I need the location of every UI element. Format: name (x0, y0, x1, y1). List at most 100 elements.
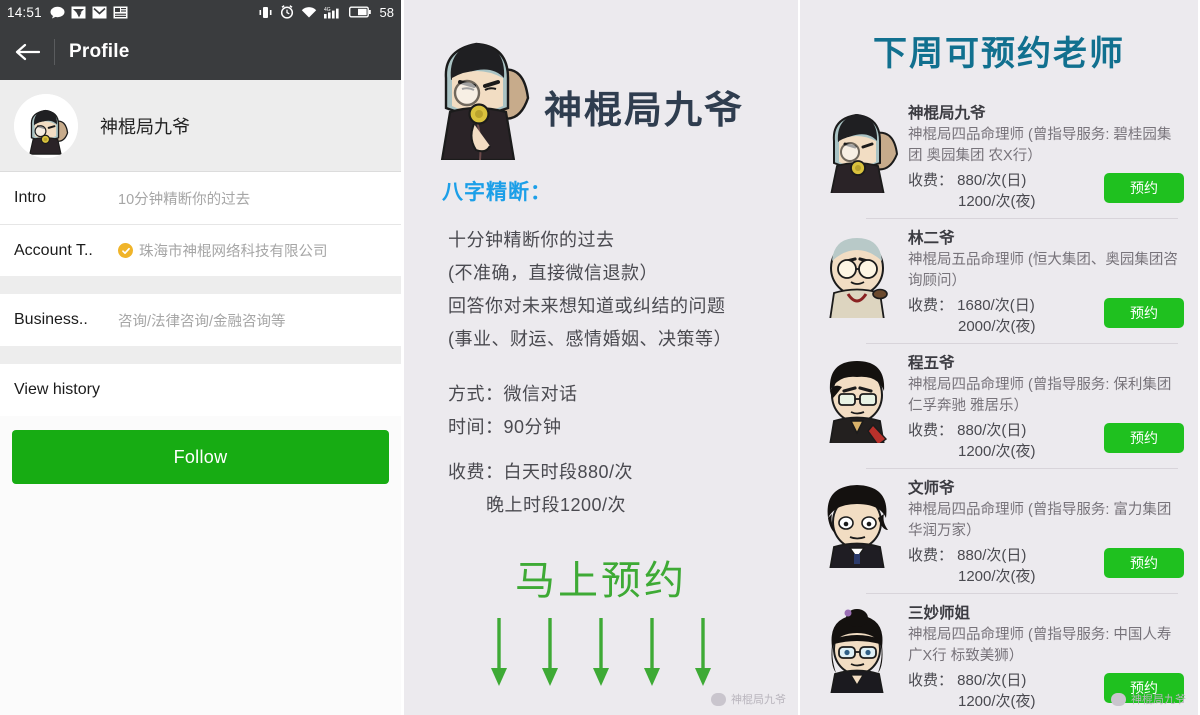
down-arrow-icon (590, 616, 612, 688)
teacher-list: 神棍局九爷 神棍局四品命理师 (曾指导服务: 碧桂园集团 奥园集团 农X行） 收… (814, 93, 1184, 715)
teacher-price-day: 收费： 1680/次(日) (908, 297, 1035, 314)
list-item[interactable]: 文师爷 神棍局四品命理师 (曾指导服务: 富力集团 华润万家） 收费： 880/… (814, 468, 1184, 593)
teacher-price-night: 1200/次(夜) (958, 193, 1036, 210)
avatar (814, 97, 902, 193)
teacher-price-night: 1200/次(夜) (958, 568, 1036, 585)
mail-sent-icon (71, 6, 86, 19)
row-account-type-value: 珠海市神棍网络科技有限公司 (118, 240, 328, 261)
wechat-icon (1111, 692, 1126, 706)
profile-header-card[interactable]: 神棍局九爷 (0, 80, 401, 172)
row-business[interactable]: Business.. 咨询/法律咨询/金融咨询等 (0, 294, 401, 346)
wechat-icon (711, 692, 726, 706)
row-account-type[interactable]: Account T.. 珠海市神棍网络科技有限公司 (0, 224, 401, 276)
wechat-watermark-label: 神棍局九爷 (1131, 694, 1186, 706)
teacher-price-day: 收费： 880/次(日) (908, 672, 1027, 689)
list-item[interactable]: 神棍局九爷 神棍局四品命理师 (曾指导服务: 碧桂园集团 奥园集团 农X行） 收… (814, 93, 1184, 218)
book-button[interactable]: 预约 (1104, 548, 1184, 578)
detail-method: 方式：微信对话 (448, 384, 578, 404)
section-gap-2 (0, 346, 401, 364)
avatar[interactable] (14, 93, 78, 158)
teacher-desc: 神棍局四品命理师 (曾指导服务: 中国人寿 广X行 标致美狮） (908, 627, 1172, 664)
row-intro-text: 10分钟精断你的过去 (118, 191, 251, 208)
teacher-desc: 神棍局四品命理师 (曾指导服务: 碧桂园集团 奥园集团 农X行） (908, 127, 1172, 164)
alarm-icon (280, 5, 294, 19)
teacher-name: 林二爷 (908, 230, 955, 247)
row-business-label: Business.. (14, 311, 88, 328)
teacher-price-night: 2000/次(夜) (958, 318, 1036, 335)
avatar (814, 222, 902, 318)
article-line: 回答你对未来想知道或纠结的问题 (448, 296, 726, 316)
status-bar-time: 14:51 (7, 4, 42, 20)
row-intro[interactable]: Intro 10分钟精断你的过去 (0, 172, 401, 224)
right-panel-teacher-list: 下周可预约老师 神棍局九爷 神棍局四品命理师 (曾指导服务: 碧桂园集团 奥园集… (800, 0, 1198, 715)
detail-price-night: 晚上时段1200/次 (486, 495, 627, 515)
article-details: 方式：微信对话 时间：90分钟 收费：白天时段880/次 晚上时段1200/次 (448, 378, 798, 522)
row-intro-value: 10分钟精断你的过去 (118, 188, 250, 209)
avatar (814, 472, 902, 568)
wechat-watermark-label: 神棍局九爷 (731, 694, 786, 706)
down-arrow-icon (641, 616, 663, 688)
down-arrow-icon (692, 616, 714, 688)
back-arrow-icon[interactable] (14, 42, 52, 62)
row-business-value: 咨询/法律咨询/金融咨询等 (118, 310, 286, 331)
teacher-info: 林二爷 神棍局五品命理师 (恒大集团、奥园集团咨询顾问） 收费： 1680/次(… (902, 222, 1184, 337)
detail-duration: 时间：90分钟 (448, 417, 562, 437)
article-body: 十分钟精断你的过去 (不准确，直接微信退款） 回答你对未来想知道或纠结的问题 (… (404, 206, 798, 522)
teacher-price: 收费： 880/次(日) 1200/次(夜) (908, 170, 1104, 212)
verified-check-icon (118, 243, 133, 258)
row-business-text: 咨询/法律咨询/金融咨询等 (118, 313, 286, 330)
chat-bubble-icon (50, 6, 65, 19)
teacher-info: 程五爷 神棍局四品命理师 (曾指导服务: 保利集团 仁孚奔驰 雅居乐） 收费： … (902, 347, 1184, 462)
teacher-name: 文师爷 (908, 480, 955, 497)
teacher-name: 程五爷 (908, 355, 955, 372)
article-line: (事业、财运、感情婚姻、决策等） (448, 329, 732, 349)
follow-button[interactable]: Follow (12, 430, 389, 484)
row-account-type-text: 珠海市神棍网络科技有限公司 (139, 244, 328, 260)
info-section-3: View history (0, 364, 401, 416)
article-mascot-icon (420, 20, 538, 160)
avatar (814, 347, 902, 443)
screenshot-root: 14:51 4G 58 Profile 神棍局九爷 Intro 10分钟精断你的… (0, 0, 1200, 715)
wechat-watermark: 神棍局九爷 (711, 691, 786, 707)
teacher-desc: 神棍局五品命理师 (恒大集团、奥园集团咨询顾问） (908, 252, 1178, 289)
teacher-price: 收费： 880/次(日) 1200/次(夜) (908, 670, 1104, 712)
news-icon (113, 6, 128, 19)
book-button[interactable]: 预约 (1104, 173, 1184, 203)
list-item[interactable]: 林二爷 神棍局五品命理师 (恒大集团、奥园集团咨询顾问） 收费： 1680/次(… (814, 218, 1184, 343)
left-panel-profile: 14:51 4G 58 Profile 神棍局九爷 Intro 10分钟精断你的… (0, 0, 402, 715)
teacher-price: 收费： 880/次(日) 1200/次(夜) (908, 420, 1104, 462)
book-button[interactable]: 预约 (1104, 298, 1184, 328)
page-title: Profile (69, 41, 130, 62)
article-title: 神棍局九爷 (544, 88, 745, 132)
teacher-price-day: 收费： 880/次(日) (908, 547, 1027, 564)
signal-4g-icon: 4G (323, 6, 342, 19)
row-view-history[interactable]: View history (0, 364, 401, 416)
teacher-price-row: 收费： 880/次(日) 1200/次(夜) 预约 (908, 545, 1184, 587)
list-item[interactable]: 程五爷 神棍局四品命理师 (曾指导服务: 保利集团 仁孚奔驰 雅居乐） 收费： … (814, 343, 1184, 468)
middle-panel-article: 神棍局九爷 八字精断： 十分钟精断你的过去 (不准确，直接微信退款） 回答你对未… (402, 0, 800, 715)
article-title-wrap: 神棍局九爷 (544, 79, 744, 160)
article-section-heading: 八字精断： (442, 181, 552, 204)
app-bar: Profile (0, 24, 401, 80)
wechat-watermark: 神棍局九爷 (1111, 691, 1186, 707)
article-line: 十分钟精断你的过去 (448, 230, 615, 250)
teacher-price-night: 1200/次(夜) (958, 693, 1036, 710)
follow-button-wrap: Follow (0, 416, 401, 484)
teacher-price: 收费： 1680/次(日) 2000/次(夜) (908, 295, 1104, 337)
teacher-price-night: 1200/次(夜) (958, 443, 1036, 460)
battery-icon (348, 6, 371, 18)
down-arrow-group (404, 616, 798, 688)
info-section-2: Business.. 咨询/法律咨询/金融咨询等 (0, 294, 401, 346)
article-cta-text: 马上预约 (515, 559, 687, 603)
svg-text:4G: 4G (324, 7, 331, 13)
down-arrow-icon (488, 616, 510, 688)
status-bar: 14:51 4G 58 (0, 0, 401, 24)
detail-price-day: 收费：白天时段880/次 (448, 462, 634, 482)
battery-percent-label: 58 (379, 4, 394, 20)
teacher-price-day: 收费： 880/次(日) (908, 422, 1027, 439)
mail-icon (92, 6, 107, 19)
article-line: (不准确，直接微信退款） (448, 263, 658, 283)
avatar (814, 597, 902, 693)
book-button[interactable]: 预约 (1104, 423, 1184, 453)
info-section-1: Intro 10分钟精断你的过去 Account T.. 珠海市神棍网络科技有限… (0, 172, 401, 276)
